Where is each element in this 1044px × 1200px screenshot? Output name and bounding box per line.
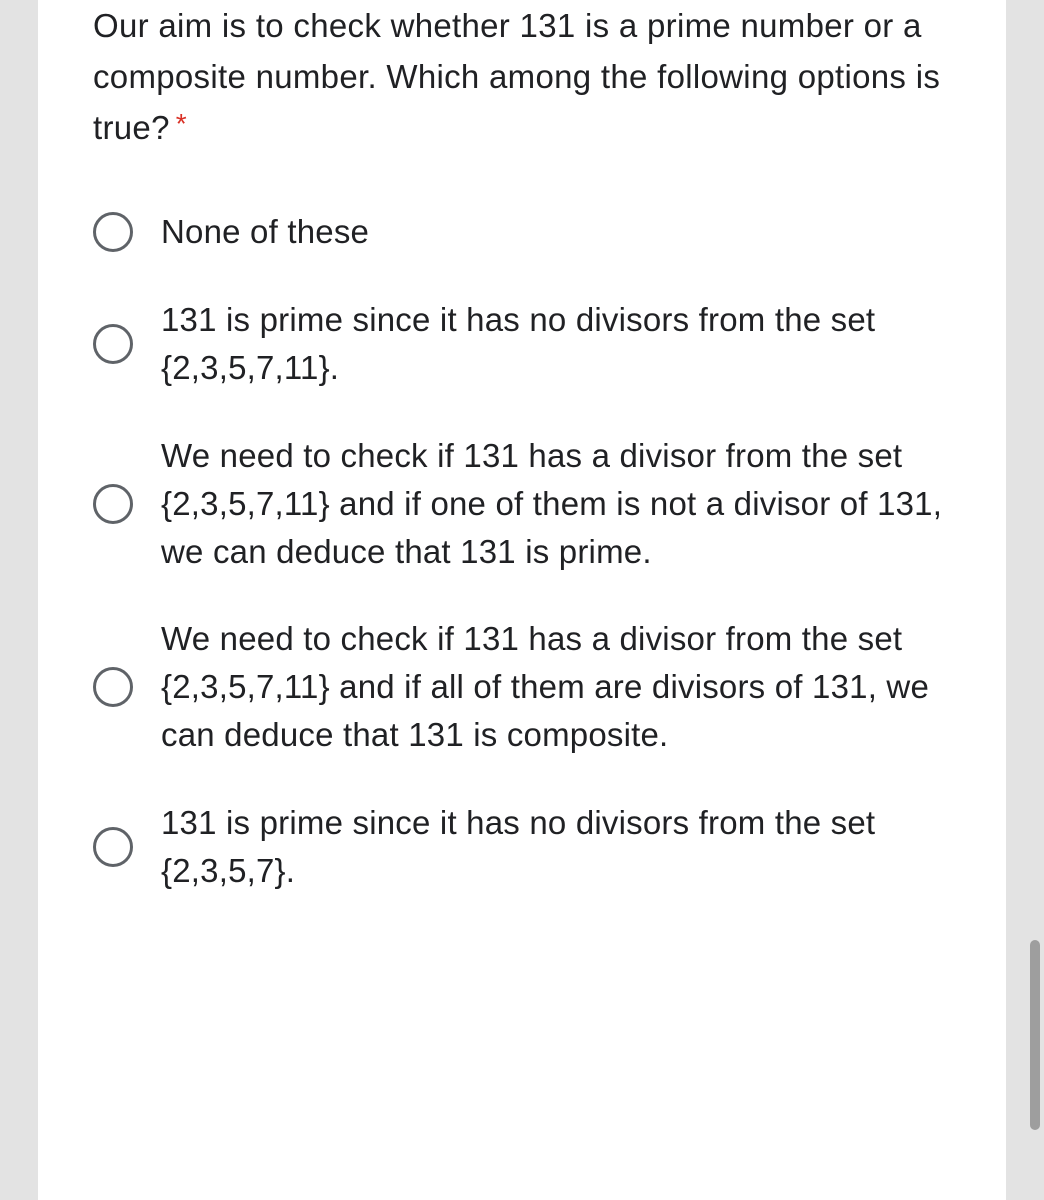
radio-button[interactable]: [93, 484, 133, 524]
option-row[interactable]: 131 is prime since it has no divisors fr…: [93, 799, 951, 895]
option-row[interactable]: 131 is prime since it has no divisors fr…: [93, 296, 951, 392]
radio-button[interactable]: [93, 827, 133, 867]
option-label: 131 is prime since it has no divisors fr…: [161, 296, 951, 392]
required-asterisk: *: [176, 108, 187, 139]
option-label: None of these: [161, 208, 951, 256]
option-row[interactable]: We need to check if 131 has a divisor fr…: [93, 432, 951, 576]
options-group: None of these 131 is prime since it has …: [93, 208, 951, 894]
radio-button[interactable]: [93, 667, 133, 707]
radio-button[interactable]: [93, 212, 133, 252]
scrollbar-thumb[interactable]: [1030, 940, 1040, 1130]
radio-button[interactable]: [93, 324, 133, 364]
option-label: We need to check if 131 has a divisor fr…: [161, 432, 951, 576]
option-row[interactable]: We need to check if 131 has a divisor fr…: [93, 615, 951, 759]
question-text: Our aim is to check whether 131 is a pri…: [93, 0, 951, 153]
option-label: 131 is prime since it has no divisors fr…: [161, 799, 951, 895]
option-label: We need to check if 131 has a divisor fr…: [161, 615, 951, 759]
question-card: Our aim is to check whether 131 is a pri…: [38, 0, 1006, 1200]
option-row[interactable]: None of these: [93, 208, 951, 256]
question-body: Our aim is to check whether 131 is a pri…: [93, 7, 940, 146]
